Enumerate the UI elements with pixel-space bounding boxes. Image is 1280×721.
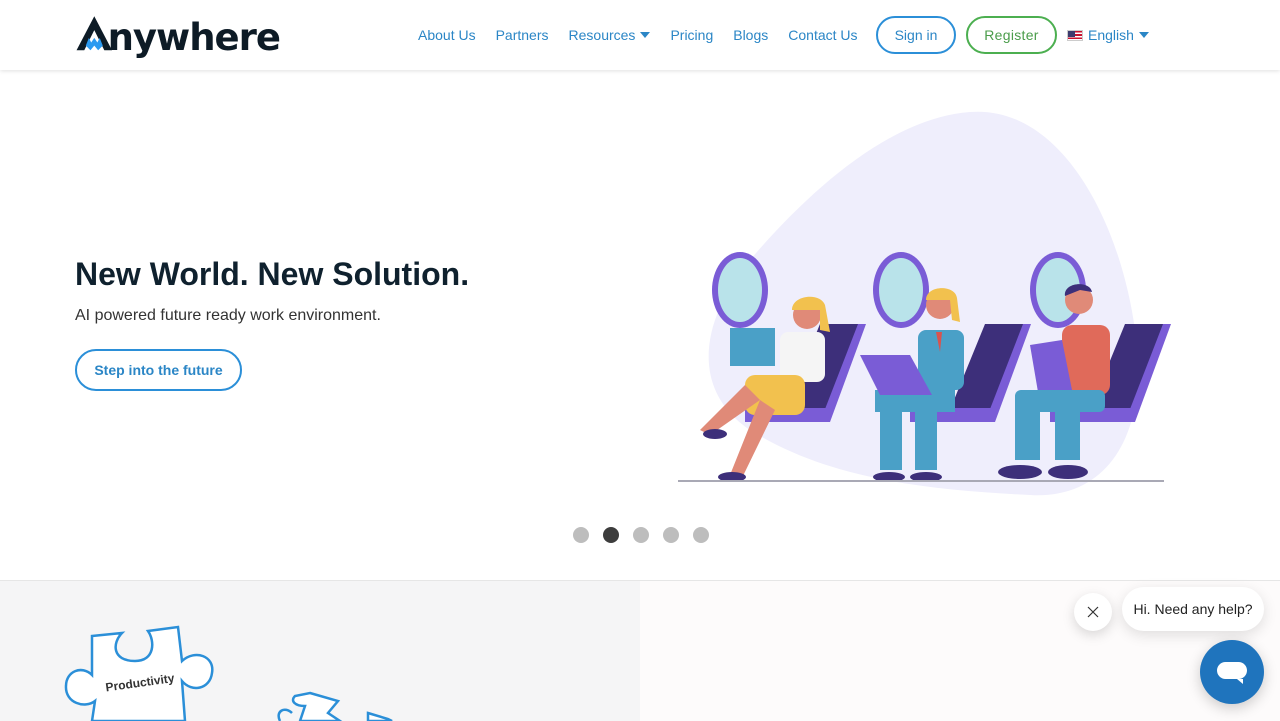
logo[interactable]: nywhere (75, 8, 281, 60)
language-selector[interactable]: English (1067, 16, 1149, 54)
chat-close-button[interactable] (1074, 593, 1112, 631)
chat-launcher-button[interactable] (1200, 640, 1264, 704)
window-1 (712, 252, 768, 328)
main-nav: About Us Partners Resources Pricing Blog… (418, 16, 878, 54)
nav-partners[interactable]: Partners (496, 27, 549, 43)
nav-resources[interactable]: Resources (569, 27, 651, 43)
carousel-indicators (573, 527, 723, 543)
close-icon (1087, 606, 1099, 618)
carousel-dot[interactable] (573, 527, 589, 543)
site-header: nywhere About Us Partners Resources Pric… (0, 0, 1280, 70)
nav-blogs[interactable]: Blogs (733, 27, 768, 43)
logo-text: nywhere (107, 15, 281, 59)
caret-down-icon (1138, 32, 1149, 38)
chat-greeting-bubble[interactable]: Hi. Need any help? (1122, 587, 1264, 631)
hero-title: New World. New Solution. (75, 256, 470, 292)
us-flag-icon (1067, 29, 1083, 41)
nav-label: Contact Us (788, 27, 858, 43)
register-button[interactable]: Register (966, 16, 1057, 54)
chat-bubble-icon (1217, 662, 1247, 684)
puzzle-piece (291, 691, 343, 721)
caret-down-icon (640, 32, 651, 38)
nav-label: Resources (568, 27, 636, 43)
carousel-dot[interactable] (633, 527, 649, 543)
carousel-dot-active[interactable] (603, 527, 619, 543)
puzzle-illustration: Productivity (64, 625, 393, 721)
nav-label: About Us (418, 27, 476, 43)
carousel-dot[interactable] (693, 527, 709, 543)
puzzle-piece (277, 708, 293, 721)
puzzle-piece-productivity (64, 625, 214, 721)
hero-illustration (678, 111, 1171, 496)
window-2 (873, 252, 929, 328)
sign-in-button[interactable]: Sign in (876, 16, 956, 54)
nav-contact-us[interactable]: Contact Us (788, 27, 857, 43)
language-label: English (1088, 27, 1134, 43)
step-into-future-button[interactable]: Step into the future (75, 349, 242, 391)
nav-label: Pricing (670, 27, 714, 43)
nav-pricing[interactable]: Pricing (670, 27, 713, 43)
nav-label: Blogs (733, 27, 769, 43)
nav-label: Partners (495, 27, 549, 43)
hero-subtitle: AI powered future ready work environment… (75, 307, 381, 324)
carousel-dot[interactable] (663, 527, 679, 543)
nav-about-us[interactable]: About Us (418, 27, 476, 43)
